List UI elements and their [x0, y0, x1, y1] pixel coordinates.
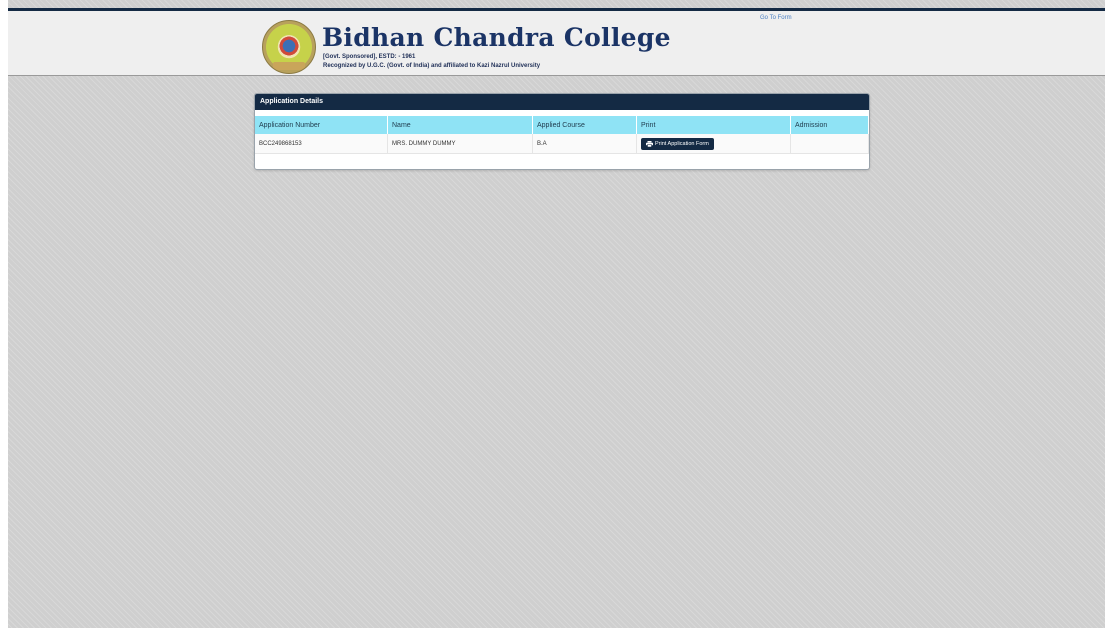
- column-header-admission: Admission: [790, 116, 869, 134]
- logo-ribbon: [273, 62, 305, 70]
- application-details-panel: Application Details Application Number N…: [254, 93, 870, 170]
- logo-emblem: [278, 35, 300, 57]
- applied-course-cell: B.A: [532, 134, 637, 154]
- college-subtitle-established: [Govt. Sponsored], ESTD: - 1961: [323, 54, 416, 60]
- college-subtitle-affiliation: Recognized by U.G.C. (Govt. of India) an…: [323, 63, 541, 69]
- column-header-applied-course: Applied Course: [532, 116, 637, 134]
- print-cell: Print Application Form: [636, 134, 791, 154]
- application-number-cell: BCC249868153: [255, 134, 388, 154]
- college-name: Bidhan Chandra College: [322, 23, 671, 52]
- left-edge-strip: [0, 0, 8, 628]
- name-cell: MRS. DUMMY DUMMY: [387, 134, 533, 154]
- column-header-print: Print: [636, 116, 791, 134]
- admission-cell: [790, 134, 869, 154]
- table-header-row: Application Number Name Applied Course P…: [255, 116, 869, 134]
- print-application-form-button[interactable]: Print Application Form: [641, 137, 714, 150]
- panel-title: Application Details: [255, 94, 869, 110]
- application-table: Application Number Name Applied Course P…: [255, 116, 869, 154]
- go-to-form-link[interactable]: Go To Form: [760, 15, 792, 21]
- table-row: BCC249868153 MRS. DUMMY DUMMY B.A Print …: [255, 134, 869, 154]
- column-header-application-number: Application Number: [255, 116, 388, 134]
- printer-icon: [646, 140, 653, 147]
- site-header: Bidhan Chandra College [Govt. Sponsored]…: [8, 8, 1105, 76]
- column-header-name: Name: [387, 116, 533, 134]
- college-logo: [262, 20, 316, 74]
- print-button-label: Print Application Form: [655, 140, 709, 147]
